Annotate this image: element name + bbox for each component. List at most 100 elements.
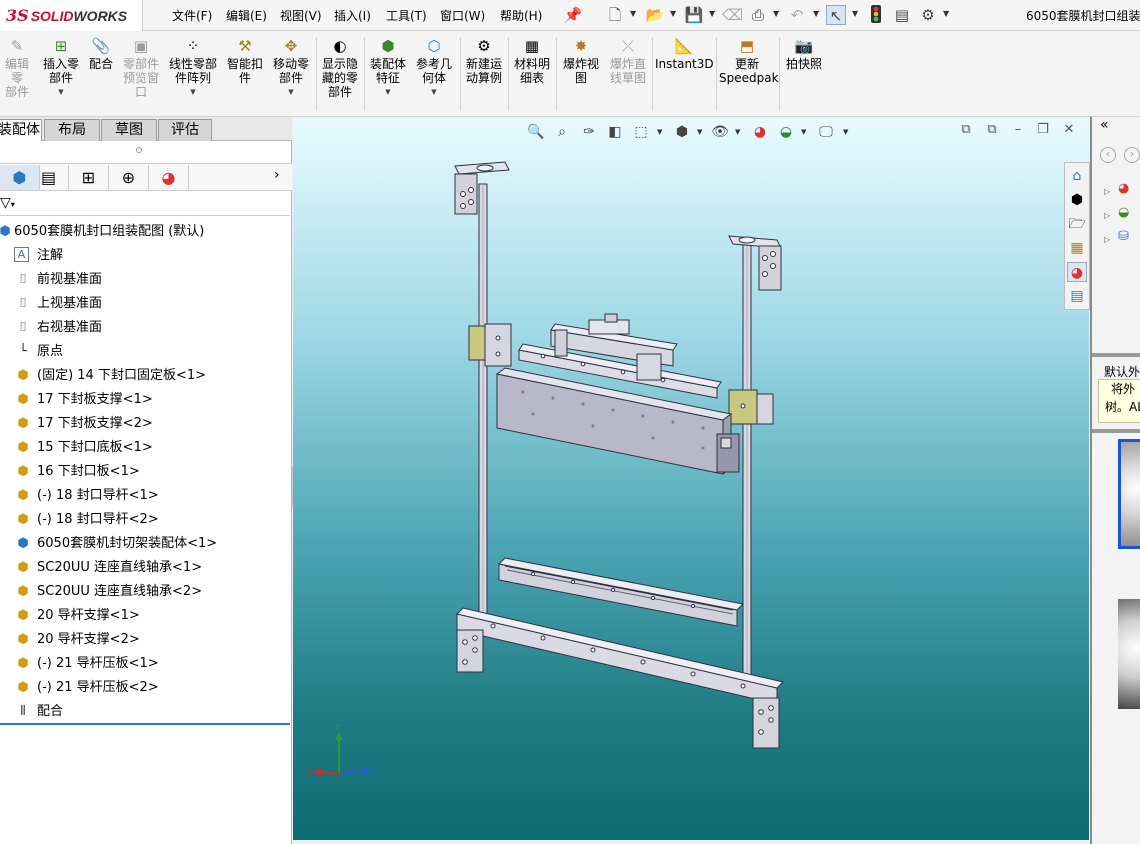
filter-icon[interactable]: ▽▾ <box>0 195 15 211</box>
file-explorer-icon[interactable]: 🗁 <box>1067 214 1087 234</box>
tree-item[interactable]: ⬢ SC20UU 连座直线轴承<2> <box>0 580 290 604</box>
property-manager-tab[interactable]: ▤ <box>29 165 69 190</box>
tree-item[interactable]: ⬢ 15 下封口底板<1> <box>0 436 290 460</box>
solidworks-logo[interactable]: 3S SOLIDWORKS <box>0 0 143 31</box>
bottom-right-support <box>752 697 780 749</box>
new-file-icon[interactable]: 🗋 <box>605 5 625 25</box>
tree-item[interactable]: └ 原点 <box>0 340 290 364</box>
view-palette-icon[interactable]: ▦ <box>1067 238 1087 258</box>
new-dropdown-icon[interactable]: ▼ <box>630 9 636 18</box>
separator <box>716 37 717 111</box>
configuration-manager-tab[interactable]: ⊞ <box>69 165 109 190</box>
graphics-viewport[interactable]: 🔍 ⌕ ✑ ◧ ⬚ ▼ ⬢ ▼ 👁 ▼ ◕ ◒ ▼ 🖵 ▼ ⧉ ⧉ – ❐ ✕ <box>293 118 1089 840</box>
move-component-button[interactable]: ✥ 移动零 部件 ▼ <box>270 37 312 99</box>
tab-sketch[interactable]: 草图 <box>101 119 157 141</box>
assembly-model[interactable]: Y Z X <box>293 118 1089 840</box>
appearance-swatch[interactable] <box>1118 599 1140 709</box>
dimxpert-manager-tab[interactable]: ⊕ <box>109 165 149 190</box>
tree-item[interactable]: ⬢ 17 下封板支撑<1> <box>0 388 290 412</box>
menu-insert[interactable]: 插入(I) <box>334 7 371 24</box>
appearance-swatch-selected[interactable] <box>1118 439 1140 549</box>
tree-item[interactable]: ⬢ (-) 21 导杆压板<1> <box>0 652 290 676</box>
tree-item[interactable]: ⬢ (固定) 14 下封口固定板<1> <box>0 364 290 388</box>
show-hidden-components-button[interactable]: ◐ 显示隐 藏的零 部件 <box>319 37 361 99</box>
tree-item[interactable]: ⬢ (-) 21 导杆压板<2> <box>0 676 290 700</box>
expand-arrow-icon[interactable]: ▷ <box>1104 187 1110 196</box>
collapse-pane-icon[interactable]: « <box>1100 117 1109 133</box>
menu-help[interactable]: 帮助(H) <box>500 7 542 24</box>
edit-component-button[interactable]: ✎ 编辑零 部件 <box>0 37 34 99</box>
linear-pattern-button[interactable]: ⁘ 线性零部 件阵列 ▼ <box>166 37 220 99</box>
instant3d-button[interactable]: 📐 Instant3D <box>655 37 714 71</box>
exploded-view-button[interactable]: ✸ 爆炸视图 <box>559 37 603 85</box>
tree-item[interactable]: ⬢ (-) 18 封口导杆<2> <box>0 508 290 532</box>
assembly-features-button[interactable]: ⬢ 装配体 特征 ▼ <box>367 37 409 99</box>
expand-arrow-icon[interactable]: ▷ <box>1104 211 1110 220</box>
tree-item[interactable]: ⬢ 20 导杆支撑<2> <box>0 628 290 652</box>
custom-properties-icon[interactable]: ▤ <box>1067 286 1087 306</box>
tree-item[interactable]: ⫴ 配合 <box>0 700 290 724</box>
right-linear-bearing <box>728 389 774 425</box>
options-dropdown-icon[interactable]: ▼ <box>943 9 949 18</box>
tab-evaluate[interactable]: 评估 <box>158 119 212 141</box>
pin-icon[interactable]: 📌 <box>563 5 583 25</box>
menu-window[interactable]: 窗口(W) <box>440 7 485 24</box>
forward-nav-icon[interactable]: › <box>1124 147 1140 163</box>
undo-dropdown-icon[interactable]: ▼ <box>813 9 819 18</box>
tree-item[interactable]: ⌷ 上视基准面 <box>0 292 290 316</box>
print-dropdown-icon[interactable]: ▼ <box>773 9 779 18</box>
select-cursor-icon[interactable]: ↖ <box>826 5 846 25</box>
tree-item[interactable]: ⬢ (-) 18 封口导杆<1> <box>0 484 290 508</box>
save-dropdown-icon[interactable]: ▼ <box>709 9 715 18</box>
panel-grip-handle[interactable] <box>136 147 142 153</box>
print-icon[interactable]: ⎙ <box>748 5 768 25</box>
open-dropdown-icon[interactable]: ▼ <box>670 9 676 18</box>
pane-divider[interactable] <box>1092 353 1140 357</box>
tree-item[interactable]: ⬢ SC20UU 连座直线轴承<1> <box>0 556 290 580</box>
eraser-icon[interactable]: ⌫ <box>722 5 743 25</box>
tab-layout[interactable]: 布局 <box>44 119 100 141</box>
explode-line-sketch-button[interactable]: ⤫ 爆炸直 线草图 <box>606 37 650 85</box>
tab-assembly[interactable]: 装配体 <box>0 119 42 141</box>
expand-arrow-icon[interactable]: ▷ <box>1104 235 1110 244</box>
component-preview-button[interactable]: ▣ 零部件 预览窗口 <box>120 37 162 99</box>
undo-icon[interactable]: ↶ <box>787 5 807 25</box>
appearances-icon[interactable]: ◕ <box>1067 262 1087 282</box>
file-properties-icon[interactable]: ▤ <box>892 5 912 25</box>
new-motion-study-button[interactable]: ⚙ 新建运 动算例 <box>463 37 505 85</box>
chevron-right-icon[interactable]: › <box>274 167 280 183</box>
insert-components-button[interactable]: ⊞ 插入零 部件 ▼ <box>40 37 82 99</box>
home-icon[interactable]: ⌂ <box>1067 166 1087 186</box>
menu-tools[interactable]: 工具(T) <box>386 7 427 24</box>
reference-geometry-button[interactable]: ⬡ 参考几 何体 ▼ <box>413 37 455 99</box>
tree-item[interactable]: A 注解 <box>0 244 290 268</box>
tree-item[interactable]: ⬢ 16 下封口板<1> <box>0 460 290 484</box>
menu-file[interactable]: 文件(F) <box>172 7 212 24</box>
select-dropdown-icon[interactable]: ▼ <box>852 9 858 18</box>
tree-item[interactable]: ⌷ 右视基准面 <box>0 316 290 340</box>
open-file-icon[interactable]: 📂 <box>645 5 665 25</box>
appearances-folder-icon[interactable]: ◕ <box>1118 181 1129 196</box>
tree-item[interactable]: ⬢ 20 导杆支撑<1> <box>0 604 290 628</box>
menu-view[interactable]: 视图(V) <box>280 7 322 24</box>
tree-item[interactable]: ⬢ 17 下封板支撑<2> <box>0 412 290 436</box>
tree-root-assembly[interactable]: ⬢ 6050套膜机封口组装配图 (默认) <box>0 220 290 244</box>
origin-icon: └ <box>19 344 27 359</box>
save-icon[interactable]: 💾 <box>684 5 704 25</box>
scenes-folder-icon[interactable]: ◒ <box>1118 205 1129 220</box>
smart-fasteners-button[interactable]: ⚒ 智能扣件 <box>224 37 266 85</box>
back-nav-icon[interactable]: ‹ <box>1100 147 1116 163</box>
decals-folder-icon[interactable]: ⛁ <box>1118 229 1129 244</box>
design-library-icon[interactable]: ⬢ <box>1067 190 1087 210</box>
display-manager-tab[interactable]: ◕ <box>149 165 189 190</box>
tree-item[interactable]: ⌷ 前视基准面 <box>0 268 290 292</box>
update-speedpak-button[interactable]: ⬒ 更新 Speedpak <box>719 37 779 85</box>
options-gear-icon[interactable]: ⚙ <box>918 5 938 25</box>
bill-of-materials-button[interactable]: ▦ 材料明 细表 <box>511 37 553 85</box>
take-snapshot-button[interactable]: 📷 拍快照 <box>782 37 826 71</box>
traffic-light-icon[interactable] <box>866 5 886 25</box>
pane-divider[interactable] <box>1092 429 1140 433</box>
mate-button[interactable]: 📎 配合 <box>86 37 116 71</box>
menu-edit[interactable]: 编辑(E) <box>226 7 267 24</box>
tree-item[interactable]: ⬢ 6050套膜机封切架装配体<1> <box>0 532 290 556</box>
